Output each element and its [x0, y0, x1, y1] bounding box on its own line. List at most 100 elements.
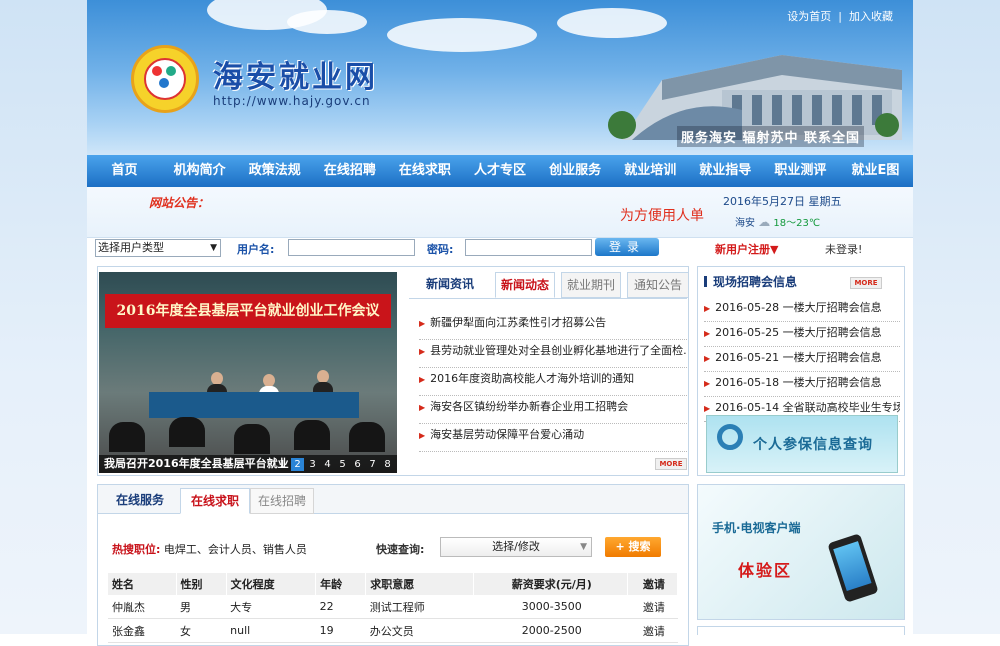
pager-7[interactable]: 7: [366, 458, 379, 471]
password-label: 密码:: [427, 243, 454, 256]
news-more-button[interactable]: MORE: [655, 458, 687, 470]
service-tabs: 在线服务 在线求职 在线招聘: [98, 485, 688, 514]
weather-temp: 18～23℃: [773, 218, 821, 229]
tab-journal[interactable]: 就业期刊: [561, 272, 621, 298]
photo-caption[interactable]: 我局召开2016年度全县基层平台就业: [104, 455, 289, 471]
add-favorite-link[interactable]: 加入收藏: [849, 10, 893, 23]
pager-1[interactable]: 1: [276, 458, 289, 471]
tab-online-recruit[interactable]: 在线招聘: [250, 488, 314, 514]
nav-emap[interactable]: 就业E图: [838, 155, 913, 187]
list-item[interactable]: ▶ 2016-05-18 一楼大厅招聘会信息: [704, 372, 900, 397]
arrow-icon: ▶: [704, 379, 711, 388]
nav-recruit[interactable]: 在线招聘: [312, 155, 387, 187]
photo-banner-text: 2016年度全县基层平台就业创业工作会议: [105, 294, 391, 328]
news-photo-slideshow[interactable]: 2016年度全县基层平台就业创业工作会议 我局召开2016年度全县基层平台就业 …: [99, 272, 397, 473]
login-bar: 选择用户类型 ▼ 用户名: 密码: 登录 新用户注册▼ 未登录!: [95, 238, 915, 258]
site-logo[interactable]: [131, 45, 199, 113]
login-button[interactable]: 登录: [595, 238, 659, 256]
personal-insurance-query-banner[interactable]: 个人参保信息查询: [706, 415, 898, 473]
nav-about[interactable]: 机构简介: [162, 155, 237, 187]
col-gender: 性别: [176, 573, 227, 595]
header-banner: 设为首页 | 加入收藏 海安就业网 http://www.hajy.gov.cn: [87, 0, 913, 155]
table-row: 张金鑫 女 null 19 办公文员 2000-2500 邀请: [108, 618, 678, 643]
nav-talent[interactable]: 人才专区: [462, 155, 537, 187]
news-section-title: 新闻资讯: [425, 277, 474, 291]
tab-news[interactable]: 新闻动态: [495, 272, 555, 298]
nav-home[interactable]: 首页: [87, 155, 162, 187]
nav-assessment[interactable]: 职业测评: [763, 155, 838, 187]
logo-emblem-icon: [144, 58, 186, 100]
user-type-select[interactable]: 选择用户类型 ▼: [95, 239, 221, 257]
news-list: ▶ 新疆伊犁面向江苏柔性引才招募公告 ▶ 县劳动就业管理处对全县创业孵化基地进行了全…: [419, 312, 687, 452]
password-input[interactable]: [465, 239, 592, 256]
dropdown-arrow-icon: ▼: [210, 243, 217, 253]
slideshow-pager: 1 2 3 4 5 6 7 8: [276, 458, 394, 471]
login-status: 未登录!: [825, 243, 863, 256]
nav-jobseek[interactable]: 在线求职: [387, 155, 462, 187]
pager-3[interactable]: 3: [306, 458, 319, 471]
tab-notices[interactable]: 通知公告: [627, 272, 689, 298]
invite-link[interactable]: 邀请: [627, 595, 678, 619]
recruitment-list: ▶ 2016-05-28 一楼大厅招聘会信息 ▶ 2016-05-25 一楼大厅招聘…: [704, 297, 900, 422]
list-item[interactable]: ▶ 2016-05-25 一楼大厅招聘会信息: [704, 322, 900, 347]
hot-jobs: 热搜职位: 电焊工、会计人员、销售人员: [112, 541, 307, 557]
search-button[interactable]: + 搜索: [605, 537, 661, 557]
page-background-left: [0, 0, 87, 634]
tab-online-service[interactable]: 在线服务: [104, 488, 176, 512]
col-salary: 薪资要求(元/月): [473, 573, 628, 595]
tab-online-jobseek[interactable]: 在线求职: [180, 488, 250, 514]
arrow-icon: ▶: [704, 404, 711, 413]
banner-slogan: 服务海安 辐射苏中 联系全国: [677, 126, 865, 147]
list-item[interactable]: ▶ 海安基层劳动保障平台爱心涌动: [419, 424, 687, 452]
arrow-icon: ▶: [704, 354, 711, 363]
table-row: 仲胤杰 男 大专 22 测试工程师 3000-3500 邀请: [108, 595, 678, 619]
site-url: http://www.hajy.gov.cn: [213, 94, 371, 108]
nav-policy[interactable]: 政策法规: [237, 155, 312, 187]
pager-4[interactable]: 4: [321, 458, 334, 471]
pager-8[interactable]: 8: [381, 458, 394, 471]
pager-6[interactable]: 6: [351, 458, 364, 471]
user-type-value: 选择用户类型: [98, 241, 164, 254]
username-input[interactable]: [288, 239, 415, 256]
cloud-decoration: [387, 18, 537, 52]
list-item[interactable]: ▶ 海安各区镇纷纷举办新春企业用工招聘会: [419, 396, 687, 424]
quick-query-select[interactable]: 选择/修改 ▼: [440, 537, 592, 557]
col-invite: 邀请: [627, 573, 679, 595]
main-nav: 首页 机构简介 政策法规 在线招聘 在线求职 人才专区 创业服务 就业培训 就业…: [87, 155, 913, 187]
news-section: 2016年度全县基层平台就业创业工作会议 我局召开2016年度全县基层平台就业 …: [97, 266, 689, 476]
personal-query-text: 个人参保信息查询: [753, 437, 873, 453]
cloud-decoration: [287, 10, 367, 34]
pager-2[interactable]: 2: [291, 458, 304, 471]
set-homepage-link[interactable]: 设为首页: [787, 10, 831, 23]
list-item[interactable]: ▶ 2016年度资助高校能人才海外培训的通知: [419, 368, 687, 396]
nav-startup[interactable]: 创业服务: [538, 155, 613, 187]
list-item[interactable]: ▶ 2016-05-28 一楼大厅招聘会信息: [704, 297, 900, 322]
nav-guidance[interactable]: 就业指导: [688, 155, 763, 187]
mobile-client-banner[interactable]: 手机·电视客户端 体验区: [697, 484, 905, 620]
list-item[interactable]: ▶ 新疆伊犁面向江苏柔性引才招募公告: [419, 312, 687, 340]
mobile-banner-line2: 体验区: [738, 561, 793, 580]
list-item[interactable]: ▶ 县劳动就业管理处对全县创业孵化基地进行了全面检...: [419, 340, 687, 368]
col-education: 文化程度: [226, 573, 317, 595]
list-item[interactable]: ▶ 2016-05-21 一楼大厅招聘会信息: [704, 347, 900, 372]
page: 设为首页 | 加入收藏 海安就业网 http://www.hajy.gov.cn: [87, 0, 915, 646]
arrow-icon: ▶: [419, 403, 426, 412]
recruit-more-button[interactable]: MORE: [850, 277, 882, 289]
mobile-banner-line1: 手机·电视客户端: [712, 521, 801, 535]
arrow-icon: ▶: [704, 304, 711, 313]
nav-training[interactable]: 就业培训: [613, 155, 688, 187]
table-header-row: 姓名 性别 文化程度 年龄 求职意愿 薪资要求(元/月) 邀请: [108, 573, 679, 595]
pager-5[interactable]: 5: [336, 458, 349, 471]
arrow-icon: ▶: [419, 347, 426, 356]
username-label: 用户名:: [237, 243, 275, 256]
quick-query-label: 快速查询:: [376, 543, 425, 556]
col-intention: 求职意愿: [365, 573, 474, 595]
invite-link[interactable]: 邀请: [627, 618, 678, 643]
register-link[interactable]: 新用户注册▼: [715, 241, 778, 257]
magnifier-icon: [717, 424, 743, 450]
arrow-icon: ▶: [704, 329, 711, 338]
hot-jobs-list[interactable]: 电焊工、会计人员、销售人员: [164, 543, 307, 556]
announcement-bar: 网站公告： 为方便用人单 2016年5月27日 星期五 海安 ☁ 18～23℃: [87, 187, 913, 238]
col-name: 姓名: [108, 573, 177, 595]
announcement-text[interactable]: 为方便用人单: [620, 205, 704, 225]
